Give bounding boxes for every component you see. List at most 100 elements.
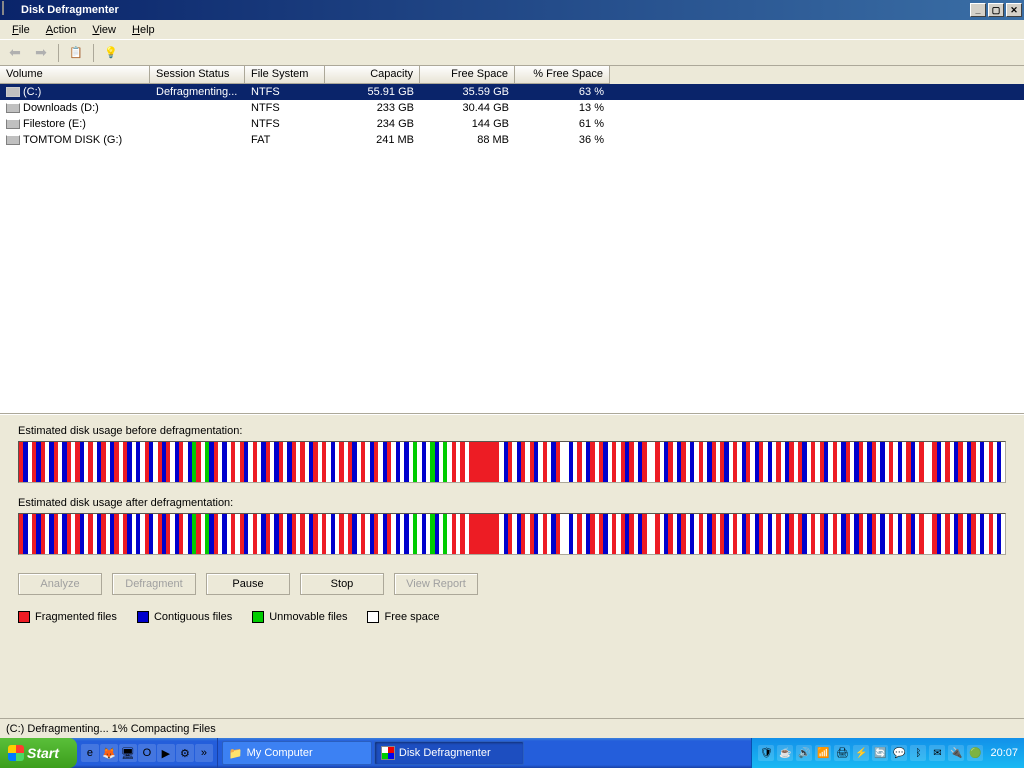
defrag-icon [381, 746, 395, 760]
volume-row[interactable]: TOMTOM DISK (G:)FAT241 MB88 MB36 % [0, 132, 1024, 148]
pause-button[interactable]: Pause [206, 573, 290, 595]
ql-firefox-icon[interactable]: 🦊 [100, 744, 118, 762]
cell-capacity: 233 GB [325, 102, 420, 114]
volume-row[interactable]: (C:) Defragmenting...NTFS55.91 GB35.59 GB… [0, 84, 1024, 100]
legend-swatch-contiguous [137, 611, 149, 623]
legend-fragmented: Fragmented files [35, 611, 117, 623]
start-button[interactable]: Start [0, 738, 77, 768]
arrow-left-icon: ⬅ [9, 44, 21, 61]
start-label: Start [27, 745, 59, 761]
usage-bar-after [18, 513, 1006, 555]
tray-icon[interactable]: 📶 [815, 745, 831, 761]
volume-list[interactable]: (C:)Defragmenting...NTFS55.91 GB35.59 GB… [0, 84, 1024, 414]
volume-list-header: Volume Session Status File System Capaci… [0, 66, 1024, 84]
tray-icon[interactable]: ᛒ [910, 745, 926, 761]
tray-icon[interactable]: ✉ [929, 745, 945, 761]
minimize-button[interactable]: _ [970, 3, 986, 17]
cell-free: 35.59 GB [420, 86, 515, 98]
cell-fs: FAT [245, 134, 325, 146]
task-label: Disk Defragmenter [399, 747, 491, 759]
volume-name: (C:) [23, 86, 41, 98]
tray-icon[interactable]: 🛡 [758, 745, 774, 761]
task-my-computer[interactable]: 📁 My Computer [222, 741, 372, 765]
ql-ie-icon[interactable]: e [81, 744, 99, 762]
col-volume[interactable]: Volume [0, 66, 150, 84]
toolbar: ⬅ ➡ 📋 💡 [0, 40, 1024, 66]
tray-icon[interactable]: 💬 [891, 745, 907, 761]
status-text: (C:) Defragmenting... 1% Compacting File… [6, 723, 216, 735]
legend-swatch-unmovable [252, 611, 264, 623]
system-tray: 🛡 ☕ 🔊 📶 🖨 ⚡ 🔄 💬 ᛒ ✉ 🔌 🟢 20:07 [751, 738, 1024, 768]
properties-icon: 📋 [69, 46, 83, 59]
cell-capacity: 55.91 GB [325, 86, 420, 98]
cell-pct: 13 % [515, 102, 610, 114]
cell-free: 144 GB [420, 118, 515, 130]
cell-fs: NTFS [245, 86, 325, 98]
cell-pct: 36 % [515, 134, 610, 146]
ql-opera-icon[interactable]: O [138, 744, 156, 762]
tray-icon[interactable]: 🖨 [834, 745, 850, 761]
cell-status: Defragmenting... [150, 86, 245, 98]
analyze-button[interactable]: Analyze [18, 573, 102, 595]
col-pct-free[interactable]: % Free Space [515, 66, 610, 84]
col-free-space[interactable]: Free Space [420, 66, 515, 84]
after-label: Estimated disk usage after defragmentati… [18, 497, 1006, 509]
properties-button[interactable]: 📋 [65, 42, 87, 64]
cell-fs: NTFS [245, 118, 325, 130]
status-bar: (C:) Defragmenting... 1% Compacting File… [0, 718, 1024, 738]
help-button[interactable]: 💡 [100, 42, 122, 64]
view-report-button[interactable]: View Report [394, 573, 478, 595]
cell-pct: 63 % [515, 86, 610, 98]
tray-icon[interactable]: ⚡ [853, 745, 869, 761]
clock[interactable]: 20:07 [990, 747, 1018, 759]
drive-icon [6, 87, 20, 97]
tray-icon[interactable]: 🟢 [967, 745, 983, 761]
app-icon [2, 2, 18, 18]
arrow-right-icon: ➡ [35, 44, 47, 61]
ql-media-icon[interactable]: ▶ [157, 744, 175, 762]
cell-pct: 61 % [515, 118, 610, 130]
action-buttons: Analyze Defragment Pause Stop View Repor… [18, 573, 1006, 595]
menu-action[interactable]: Action [38, 22, 85, 38]
maximize-button[interactable]: ▢ [988, 3, 1004, 17]
tray-icon[interactable]: ☕ [777, 745, 793, 761]
menu-file[interactable]: File [4, 22, 38, 38]
menu-help[interactable]: Help [124, 22, 163, 38]
drive-icon [6, 119, 20, 129]
legend-swatch-free [367, 611, 379, 623]
col-filesystem[interactable]: File System [245, 66, 325, 84]
quick-launch: e 🦊 🖥 O ▶ ⚙ » [77, 738, 218, 768]
volume-row[interactable]: Downloads (D:)NTFS233 GB30.44 GB13 % [0, 100, 1024, 116]
ql-expand-icon[interactable]: » [195, 744, 213, 762]
legend-contiguous: Contiguous files [154, 611, 232, 623]
menu-bar: File Action View Help [0, 20, 1024, 40]
volume-name: Filestore (E:) [23, 118, 86, 130]
defragment-button[interactable]: Defragment [112, 573, 196, 595]
legend-unmovable: Unmovable files [269, 611, 347, 623]
menu-view[interactable]: View [84, 22, 124, 38]
col-status[interactable]: Session Status [150, 66, 245, 84]
volume-row[interactable]: Filestore (E:) NTFS234 GB144 GB61 % [0, 116, 1024, 132]
folder-icon: 📁 [229, 747, 243, 760]
ql-tool-icon[interactable]: ⚙ [176, 744, 194, 762]
window-titlebar: Disk Defragmenter _ ▢ ✕ [0, 0, 1024, 20]
ql-desktop-icon[interactable]: 🖥 [119, 744, 137, 762]
toolbar-separator [58, 44, 59, 62]
forward-button[interactable]: ➡ [30, 42, 52, 64]
taskbar: Start e 🦊 🖥 O ▶ ⚙ » 📁 My Computer Disk D… [0, 738, 1024, 768]
stop-button[interactable]: Stop [300, 573, 384, 595]
cell-free: 30.44 GB [420, 102, 515, 114]
legend: Fragmented files Contiguous files Unmova… [18, 611, 1006, 623]
close-button[interactable]: ✕ [1006, 3, 1022, 17]
tray-icon[interactable]: 🔄 [872, 745, 888, 761]
cell-capacity: 234 GB [325, 118, 420, 130]
back-button[interactable]: ⬅ [4, 42, 26, 64]
drive-icon [6, 103, 20, 113]
task-disk-defragmenter[interactable]: Disk Defragmenter [374, 741, 524, 765]
task-label: My Computer [247, 747, 313, 759]
task-buttons: 📁 My Computer Disk Defragmenter [218, 741, 752, 765]
cell-fs: NTFS [245, 102, 325, 114]
tray-icon[interactable]: 🔊 [796, 745, 812, 761]
tray-icon[interactable]: 🔌 [948, 745, 964, 761]
col-capacity[interactable]: Capacity [325, 66, 420, 84]
